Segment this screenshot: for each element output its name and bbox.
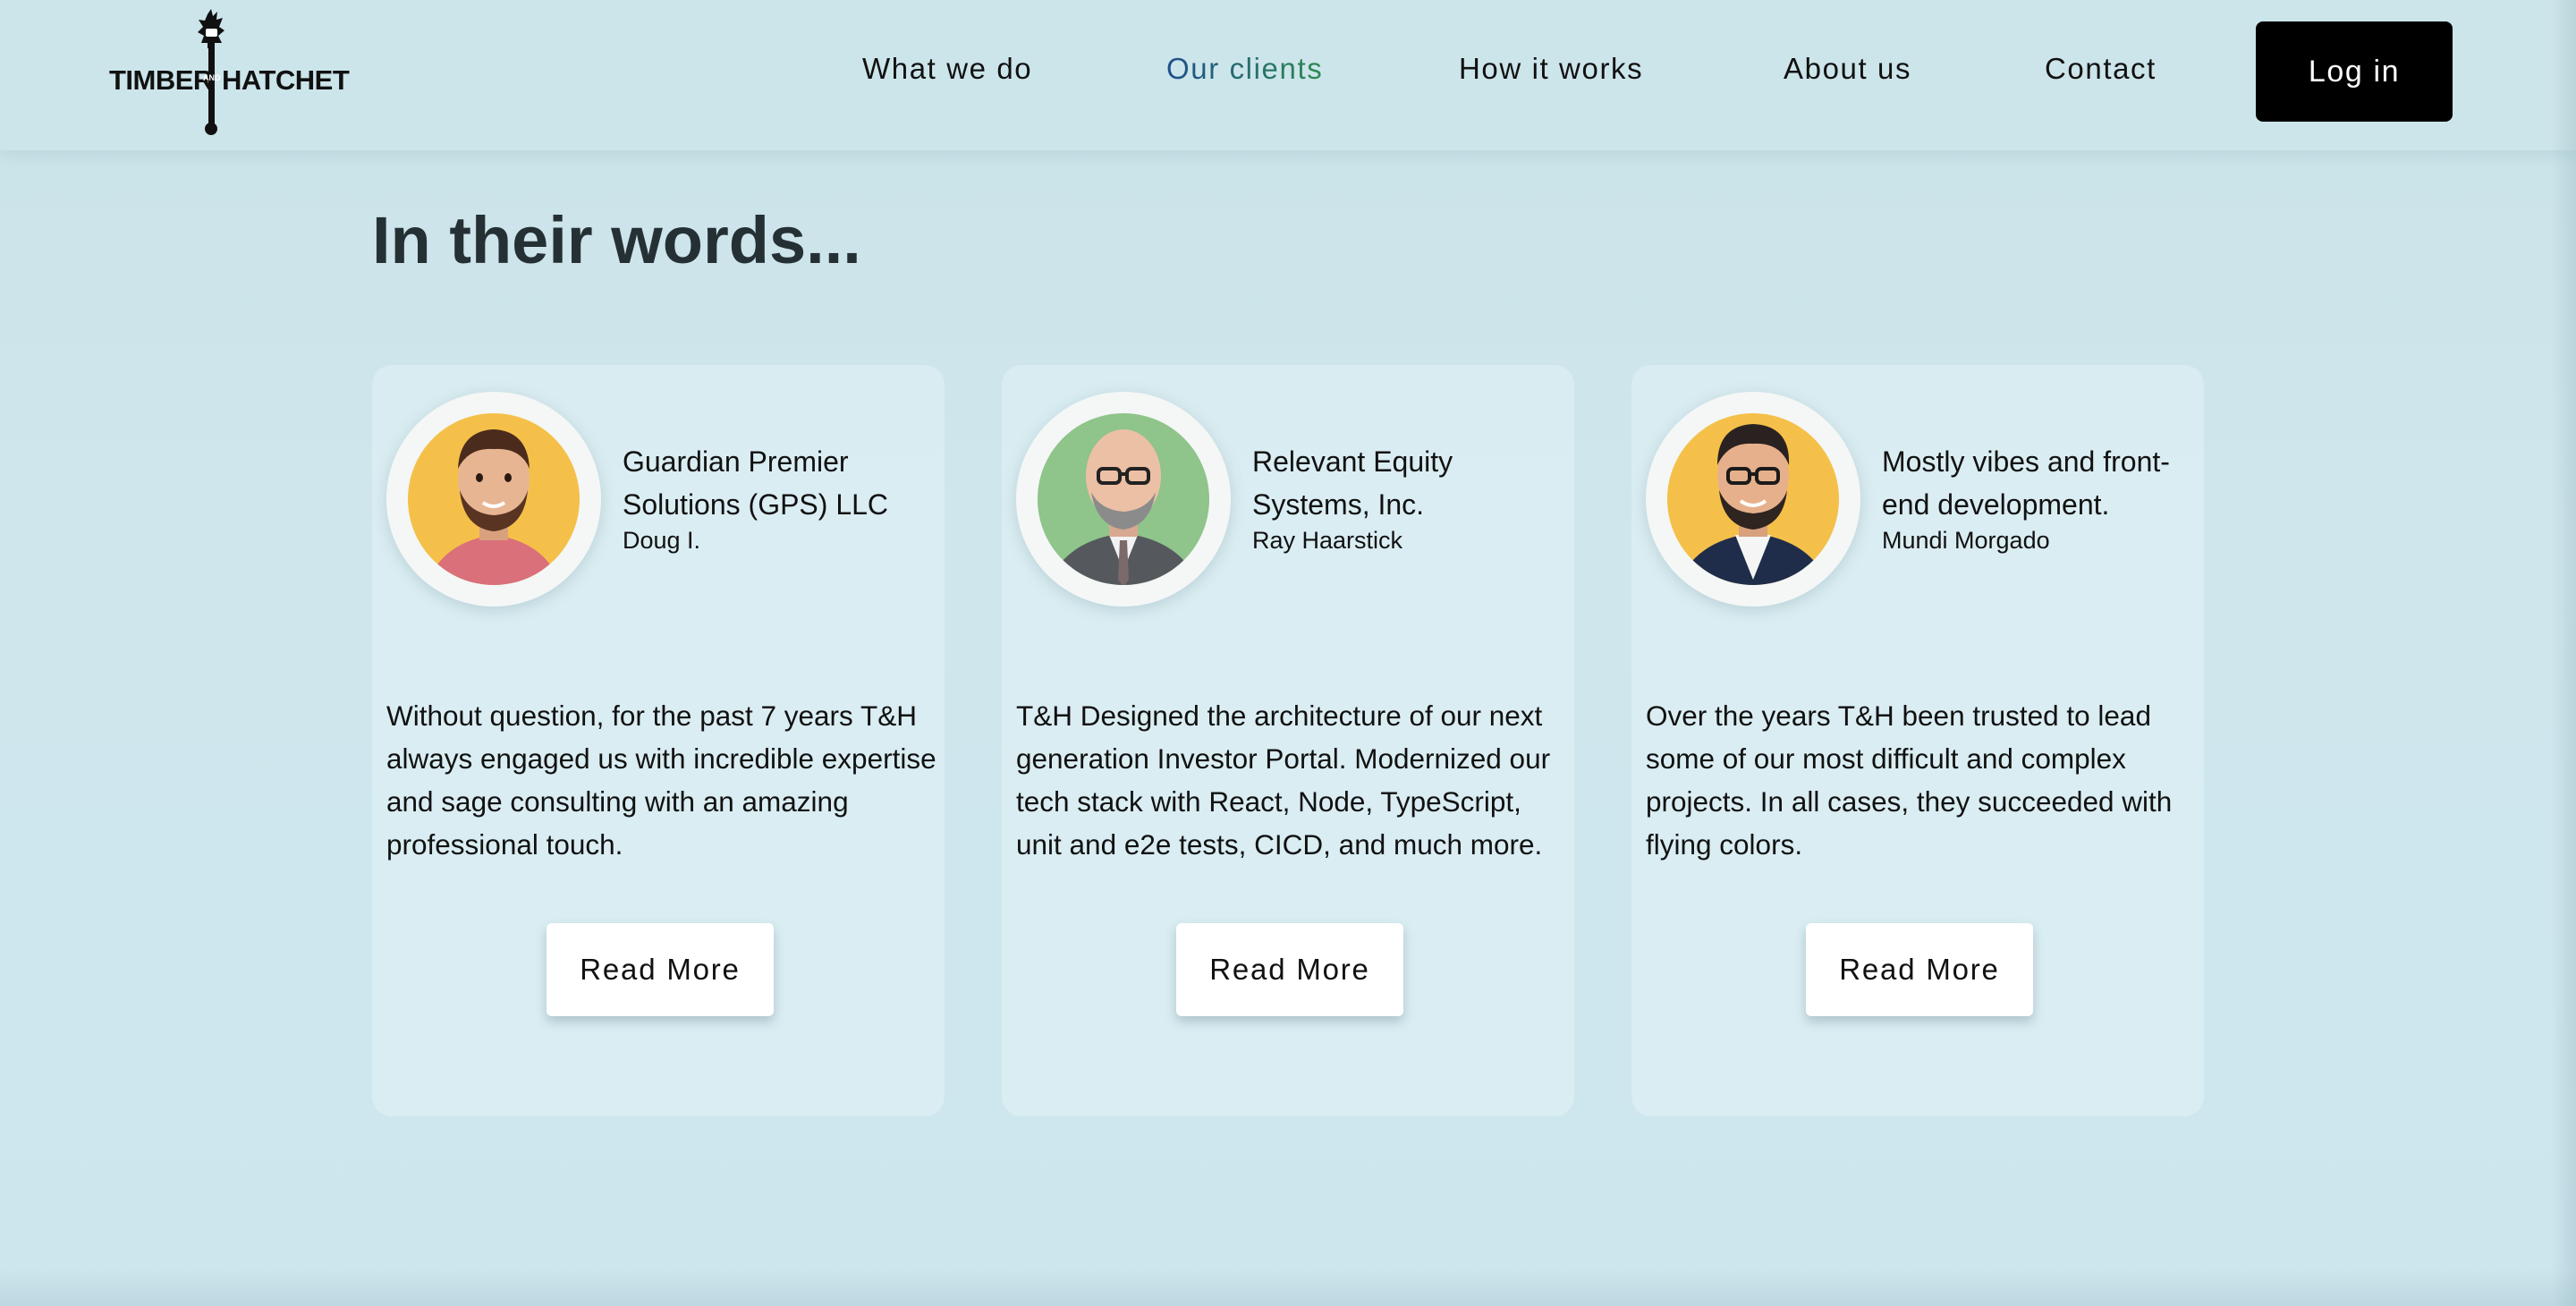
site-header: TIMBER AND HATCHET What we do Our client…: [0, 0, 2576, 150]
timber-and-hatchet-logo[interactable]: TIMBER AND HATCHET: [106, 9, 350, 136]
person-portrait-icon: [408, 413, 580, 585]
section-title: In their words...: [372, 203, 861, 277]
avatar: [1016, 392, 1231, 606]
read-more-button[interactable]: Read More: [547, 923, 774, 1016]
testimonial-quote: T&H Designed the architecture of our nex…: [1016, 700, 1551, 861]
nav-contact[interactable]: Contact: [2045, 52, 2157, 86]
client-company: Guardian Premier Solutions (GPS) LLC: [623, 445, 889, 521]
logo-text-and: AND: [203, 73, 221, 82]
person-portrait-icon: [1667, 413, 1839, 585]
bottom-shadow: [0, 1268, 2576, 1306]
nav-how-it-works[interactable]: How it works: [1459, 52, 1643, 86]
client-company: Relevant Equity Systems, Inc.: [1252, 445, 1453, 521]
client-person: Doug I.: [623, 527, 701, 554]
testimonial-card: Mostly vibes and front-end development. …: [1631, 365, 2204, 1116]
nav-what-we-do[interactable]: What we do: [862, 52, 1032, 86]
testimonial-quote: Over the years T&H been trusted to lead …: [1646, 700, 2173, 861]
avatar: [386, 392, 601, 606]
avatar: [1646, 392, 1860, 606]
testimonial-card: Guardian Premier Solutions (GPS) LLC Dou…: [372, 365, 945, 1116]
testimonial-card: Relevant Equity Systems, Inc. Ray Haarst…: [1002, 365, 1574, 1116]
person-portrait-icon: [1038, 413, 1209, 585]
testimonial-quote: Without question, for the past 7 years T…: [386, 700, 936, 861]
logo-text-hatchet: HATCHET: [222, 64, 350, 96]
read-more-button[interactable]: Read More: [1176, 923, 1403, 1016]
logo-text-timber: TIMBER: [109, 64, 213, 96]
client-person: Mundi Morgado: [1882, 527, 2050, 554]
read-more-button[interactable]: Read More: [1806, 923, 2033, 1016]
nav-our-clients[interactable]: Our clients: [1166, 52, 1323, 86]
nav-about-us[interactable]: About us: [1784, 52, 1911, 86]
client-company: Mostly vibes and front-end development.: [1882, 445, 2170, 521]
right-edge-shadow: [2551, 0, 2576, 1306]
client-person: Ray Haarstick: [1252, 527, 1403, 554]
login-button[interactable]: Log in: [2256, 21, 2453, 122]
